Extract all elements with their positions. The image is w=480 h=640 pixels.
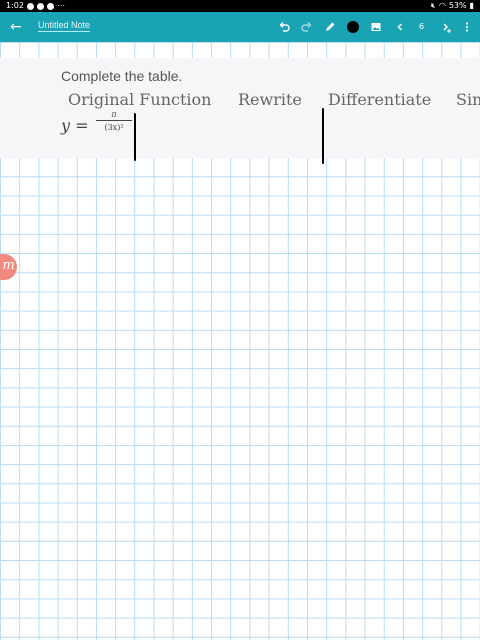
previous-page-icon[interactable] [394, 21, 406, 33]
mute-icon: 🔇︎ [430, 1, 436, 10]
column-header-rewrite: Rewrite [238, 90, 302, 109]
column-header-simplify: Sin [456, 90, 480, 109]
next-page-add-icon[interactable] [441, 21, 453, 33]
pen-color-swatch[interactable] [347, 21, 359, 33]
page-number: 6 [419, 22, 425, 31]
column-header-original-function: Original Function [68, 90, 212, 109]
notification-icon [26, 2, 34, 10]
undo-icon[interactable] [278, 21, 290, 33]
clock: 1:02 [6, 1, 24, 10]
status-bar: 1:02 ⋯ 🔇︎ ◠ 53% ▮ [0, 0, 480, 12]
app-toolbar: ← Untitled Note 6 [0, 12, 480, 42]
more-notifications-icon: ⋯ [56, 1, 65, 10]
column-header-differentiate: Differentiate [328, 90, 432, 109]
pen-stroke [322, 108, 324, 164]
note-title[interactable]: Untitled Note [38, 20, 91, 32]
notification-icon [46, 2, 54, 10]
image-icon[interactable] [370, 21, 382, 33]
pen-stroke [134, 113, 136, 161]
more-options-icon[interactable] [461, 21, 473, 33]
notification-icon [36, 2, 44, 10]
back-arrow-icon[interactable]: ← [10, 17, 22, 37]
pen-icon[interactable] [324, 21, 336, 33]
problem-prompt: Complete the table. [61, 68, 183, 84]
redo-icon[interactable] [301, 21, 313, 33]
formula-lhs: y = [61, 116, 89, 135]
formula-fraction: π (3x)² [96, 110, 132, 132]
battery-icon: ▮ [469, 1, 474, 10]
formula-numerator: π [96, 110, 132, 121]
battery-level: 53% [448, 1, 467, 10]
wifi-icon: ◠ [438, 1, 446, 10]
formula-denominator: (3x)² [104, 123, 124, 132]
